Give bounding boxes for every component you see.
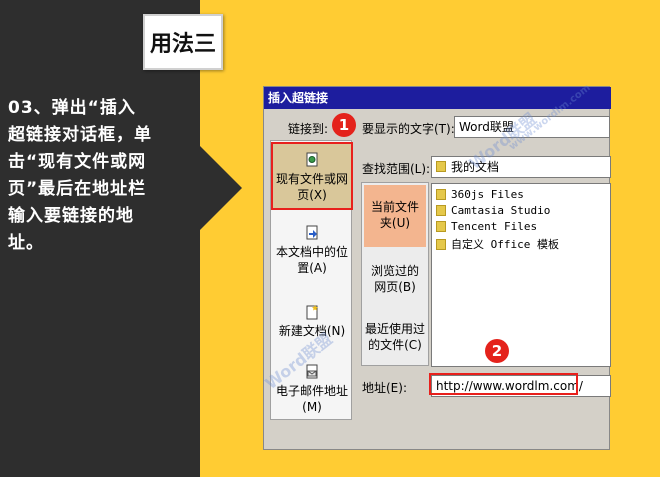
current-folder-button[interactable]: 当前文件 夹(U): [364, 185, 426, 247]
step-marker-one: 1: [332, 113, 356, 137]
folder-icon: [436, 221, 446, 232]
link-item-label: 置(A): [297, 261, 327, 275]
instruction-line: 03、弹出“插入: [8, 98, 136, 118]
instruction-line: 页”最后在地址栏: [8, 179, 147, 199]
insert-hyperlink-dialog: 插入超链接 链接到: 要显示的文字(T): Word联盟 现有文件或网 页(X)…: [263, 86, 611, 450]
step-marker-two: 2: [485, 339, 509, 363]
lookin-item-label: 浏览过的: [370, 264, 419, 278]
instruction-line: 超链接对话框，单: [8, 125, 152, 145]
look-in-label: 查找范围(L):: [362, 162, 431, 176]
existing-file-icon: [306, 152, 318, 167]
link-existing-file-button[interactable]: 现有文件或网 页(X): [271, 142, 353, 210]
folder-icon: [436, 205, 446, 216]
instruction-text: 03、弹出“插入 超链接对话框，单 击“现有文件或网 页”最后在地址栏 输入要链…: [8, 95, 188, 257]
lookin-item-label: 最近使用过: [364, 322, 425, 336]
display-text-label: 要显示的文字(T):: [362, 122, 455, 136]
file-list: 360js Files Camtasia Studio Tencent File…: [431, 183, 611, 367]
pointer-arrow: [200, 146, 242, 230]
list-item[interactable]: Tencent Files: [436, 220, 537, 233]
lookin-item-label: 夹(U): [379, 216, 411, 230]
file-name: 自定义 Office 模板: [451, 238, 559, 251]
file-name: Camtasia Studio: [451, 204, 551, 217]
instruction-line: 击“现有文件或网: [8, 152, 147, 172]
browsed-pages-button[interactable]: 浏览过的 网页(B): [364, 263, 426, 295]
folder-icon: [436, 161, 446, 172]
list-item[interactable]: 360js Files: [436, 188, 524, 201]
file-name: Tencent Files: [451, 220, 538, 233]
folder-icon: [436, 238, 446, 250]
lookin-item-label: 当前文件: [370, 200, 419, 214]
look-in-select[interactable]: 我的文档: [431, 156, 611, 178]
file-name: 360js Files: [451, 188, 524, 201]
link-item-label: (M): [302, 400, 322, 414]
link-to-label: 链接到:: [288, 122, 329, 136]
list-item[interactable]: 自定义 Office 模板: [436, 236, 559, 252]
instruction-line: 输入要链接的地: [8, 206, 134, 226]
link-item-label: 页(X): [297, 188, 327, 202]
instruction-line: 址。: [8, 233, 44, 253]
new-document-icon: [306, 305, 318, 320]
section-title-badge: 用法三: [143, 14, 223, 70]
link-item-label: 现有文件或网: [275, 172, 348, 186]
address-label: 地址(E):: [362, 381, 407, 395]
lookin-item-label: 网页(B): [374, 280, 416, 294]
look-in-sidebar: 当前文件 夹(U) 浏览过的 网页(B) 最近使用过 的文件(C): [361, 182, 429, 366]
folder-icon: [436, 189, 446, 200]
recent-files-button[interactable]: 最近使用过 的文件(C): [364, 321, 426, 353]
link-place-in-document-button[interactable]: 本文档中的位 置(A): [271, 225, 353, 276]
link-item-label: 电子邮件地址: [275, 384, 348, 398]
document-place-icon: [306, 225, 318, 240]
list-item[interactable]: Camtasia Studio: [436, 204, 550, 217]
link-item-label: 本文档中的位: [275, 245, 348, 259]
lookin-item-label: 的文件(C): [368, 338, 422, 352]
address-highlight-box: [429, 373, 578, 395]
